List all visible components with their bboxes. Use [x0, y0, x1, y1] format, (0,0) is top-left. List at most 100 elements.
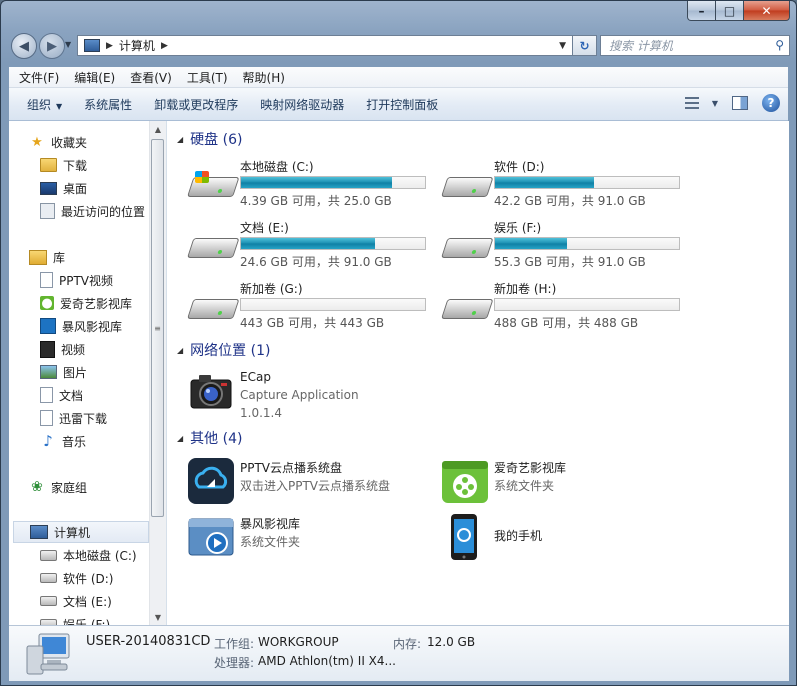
- recent-places-icon: [40, 203, 55, 219]
- nav-lib-pictures[interactable]: 图片: [40, 361, 87, 383]
- nav-drive-d[interactable]: 软件 (D:): [40, 567, 113, 589]
- collapse-caret-icon[interactable]: ◢: [177, 346, 183, 355]
- nav-label: 计算机: [54, 525, 91, 540]
- close-button[interactable]: ✕: [744, 1, 790, 21]
- address-bar[interactable]: ▶ 计算机 ▶ ▼: [77, 35, 573, 56]
- other-item-baofeng[interactable]: 暴风影视库 系统文件夹: [187, 513, 437, 565]
- drive-usage-bar: [240, 298, 426, 311]
- nav-label: 图片: [63, 365, 88, 380]
- drive-d[interactable]: 软件 (D:) 42.2 GB 可用，共 91.0 GB: [441, 158, 691, 214]
- breadcrumb-computer[interactable]: 计算机: [119, 37, 155, 54]
- minimize-button[interactable]: –: [687, 1, 716, 21]
- preview-pane-icon[interactable]: [732, 96, 748, 110]
- item-name: 我的手机: [494, 529, 543, 543]
- breadcrumb-separator-icon[interactable]: ▶: [106, 41, 113, 51]
- nav-recent-places[interactable]: 最近访问的位置: [40, 200, 145, 222]
- drive-icon: [40, 596, 57, 606]
- drive-g[interactable]: 新加卷 (G:) 443 GB 可用，共 443 GB: [187, 280, 437, 336]
- nav-lib-xunlei[interactable]: 迅雷下载: [40, 407, 107, 429]
- nav-lib-videos[interactable]: 视频: [40, 338, 85, 360]
- computer-icon: [30, 525, 48, 539]
- recent-pages-dropdown[interactable]: ▼: [65, 40, 71, 49]
- scrollbar-thumb[interactable]: ≡: [151, 139, 164, 517]
- group-header-other[interactable]: ◢ 其他 (4): [177, 428, 242, 448]
- nav-downloads[interactable]: 下载: [40, 154, 87, 176]
- system-drive-icon: [40, 549, 57, 561]
- drive-name: 软件 (D:): [494, 160, 545, 174]
- nav-drive-c[interactable]: 本地磁盘 (C:): [40, 544, 137, 566]
- nav-computer[interactable]: 计算机: [13, 521, 149, 543]
- uninstall-button[interactable]: 卸载或更改程序: [143, 96, 249, 113]
- breadcrumb-chevron-icon[interactable]: ▶: [161, 41, 168, 51]
- refresh-button[interactable]: ↻: [573, 35, 597, 56]
- help-icon[interactable]: ?: [762, 94, 780, 112]
- drive-f[interactable]: 娱乐 (F:) 55.3 GB 可用，共 91.0 GB: [441, 219, 691, 275]
- forward-button[interactable]: ▶: [39, 33, 65, 59]
- group-header-network[interactable]: ◢ 网络位置 (1): [177, 340, 270, 360]
- scroll-down-icon[interactable]: ▼: [150, 609, 166, 625]
- menu-file[interactable]: 文件(F): [9, 69, 64, 86]
- nav-label: 文档: [59, 388, 84, 403]
- other-item-iqiyi[interactable]: 爱奇艺影视库 系统文件夹: [441, 457, 691, 509]
- network-item-ecap[interactable]: ECap Capture Application 1.0.1.4: [187, 368, 437, 420]
- hard-drive-icon: [441, 293, 494, 319]
- drive-usage-bar: [240, 237, 426, 250]
- drive-free-space: 55.3 GB 可用，共 91.0 GB: [494, 255, 646, 269]
- system-properties-button[interactable]: 系统属性: [73, 96, 143, 113]
- nav-libraries[interactable]: 库: [29, 246, 65, 268]
- item-name: PPTV云点播系统盘: [240, 461, 343, 475]
- drive-c[interactable]: 本地磁盘 (C:) 4.39 GB 可用，共 25.0 GB: [187, 158, 437, 214]
- nav-lib-iqiyi[interactable]: ● 爱奇艺影视库: [40, 292, 132, 314]
- video-film-icon: [40, 340, 55, 358]
- map-drive-button[interactable]: 映射网络驱动器: [249, 96, 355, 113]
- homegroup-icon: ❀: [31, 479, 43, 495]
- drive-free-space: 443 GB 可用，共 443 GB: [240, 316, 385, 330]
- nav-label: 音乐: [62, 434, 87, 449]
- drive-e[interactable]: 文档 (E:) 24.6 GB 可用，共 91.0 GB: [187, 219, 437, 275]
- nav-drive-f[interactable]: 娱乐 (F:): [40, 613, 110, 625]
- collapse-caret-icon[interactable]: ◢: [177, 434, 183, 443]
- nav-lib-pptv[interactable]: PPTV视频: [40, 269, 113, 291]
- group-header-hdd[interactable]: ◢ 硬盘 (6): [177, 129, 242, 149]
- maximize-button[interactable]: □: [716, 1, 744, 21]
- nav-label: 下载: [63, 158, 88, 173]
- back-button[interactable]: ◀: [11, 33, 37, 59]
- drive-free-space: 4.39 GB 可用，共 25.0 GB: [240, 194, 392, 208]
- menu-edit[interactable]: 编辑(E): [64, 69, 120, 86]
- drive-h[interactable]: 新加卷 (H:) 488 GB 可用，共 488 GB: [441, 280, 691, 336]
- baofeng-icon: [40, 318, 56, 334]
- organize-button[interactable]: 组织 ▼: [9, 96, 73, 113]
- nav-lib-documents[interactable]: 文档: [40, 384, 83, 406]
- item-name: ECap: [240, 370, 271, 384]
- nav-lib-music[interactable]: ♪ 音乐: [40, 430, 86, 452]
- refresh-icon: ↻: [579, 38, 590, 53]
- menu-tools[interactable]: 工具(T): [177, 69, 233, 86]
- menu-view[interactable]: 查看(V): [120, 69, 177, 86]
- hard-drive-icon: [441, 232, 494, 258]
- address-dropdown-icon[interactable]: ▼: [559, 41, 566, 51]
- drive-name: 文档 (E:): [240, 221, 289, 235]
- nav-scrollbar[interactable]: ▲ ≡ ▼: [149, 121, 166, 625]
- nav-favorites[interactable]: ★ 收藏夹: [29, 131, 87, 153]
- search-input[interactable]: 搜索 计算机 ⚲: [600, 35, 790, 56]
- nav-desktop[interactable]: 桌面: [40, 177, 87, 199]
- desktop-icon: [40, 181, 57, 195]
- downloads-folder-icon: [40, 158, 57, 172]
- control-panel-button[interactable]: 打开控制面板: [355, 96, 449, 113]
- nav-lib-baofeng[interactable]: 暴风影视库: [40, 315, 122, 337]
- menu-help[interactable]: 帮助(H): [233, 69, 290, 86]
- nav-label: 迅雷下载: [59, 411, 108, 426]
- search-icon[interactable]: ⚲: [775, 38, 784, 52]
- nav-drive-e[interactable]: 文档 (E:): [40, 590, 112, 612]
- navigation-pane: ★ 收藏夹 下载 桌面 最近访问的位置 库 PPTV视频 ● 爱奇艺影视库 暴风影视…: [9, 121, 167, 625]
- item-name: 暴风影视库: [240, 517, 301, 531]
- other-item-phone[interactable]: 我的手机: [441, 513, 691, 565]
- collapse-caret-icon[interactable]: ◢: [177, 135, 183, 144]
- other-item-pptv[interactable]: PPTV云点播系统盘 双击进入PPTV云点播系统盘: [187, 457, 437, 509]
- nav-homegroup[interactable]: ❀ 家庭组: [29, 476, 87, 498]
- address-row: ◀ ▶ ▼ ▶ 计算机 ▶ ▼ ↻ 搜索 计算机 ⚲: [9, 33, 790, 59]
- baofeng-folder-icon: [188, 518, 234, 556]
- change-view-button[interactable]: ▼: [684, 97, 718, 109]
- scroll-up-icon[interactable]: ▲: [150, 121, 166, 137]
- drive-icon: [40, 573, 57, 583]
